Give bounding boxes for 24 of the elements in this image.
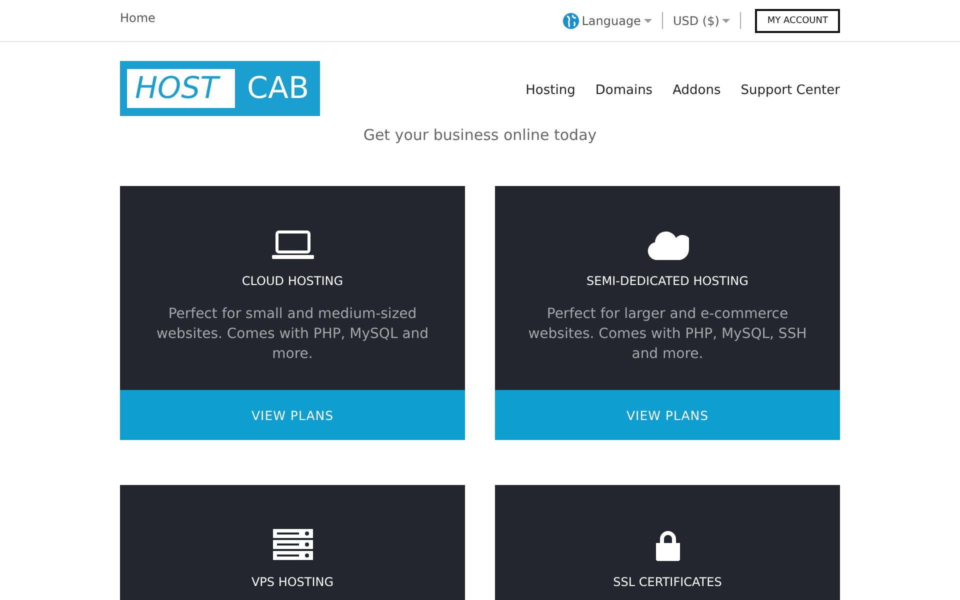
caret-icon (644, 18, 652, 22)
logo-text: HOST (127, 68, 235, 108)
card-title: VPS HOSTING (251, 575, 334, 589)
card-title: SEMI-DEDICATED HOSTING (586, 274, 748, 288)
caret-icon (722, 18, 730, 22)
cloud-icon (646, 230, 688, 260)
logo-text: CAB (247, 70, 310, 106)
card-description: Perfect for larger and e-commerce websites. Comes with PHP, MySQL, SSH and more. (527, 305, 808, 364)
nav-link[interactable]: Hosting (526, 82, 576, 98)
breadcrumb-link[interactable]: Home (120, 10, 156, 24)
globe-icon (562, 12, 579, 28)
nav-link[interactable]: Support Center (740, 82, 840, 98)
card-title: SSL CERTIFICATES (613, 575, 722, 589)
lock-icon (654, 529, 680, 561)
my-account-button[interactable]: MY ACCOUNT (755, 8, 840, 32)
card-title: CLOUD HOSTING (242, 274, 344, 288)
laptop-icon (272, 230, 314, 260)
nav-link[interactable]: Domains (595, 82, 653, 98)
card-description: Perfect for small and medium-sized websites. Comes with PHP, MySQL and more. (155, 305, 430, 364)
language-dropdown[interactable]: Language (552, 12, 662, 28)
currency-dropdown[interactable]: USD ($) (662, 14, 740, 28)
tagline: Get your business online today (362, 126, 598, 144)
server-icon (272, 529, 312, 561)
nav-link[interactable]: Addons (672, 82, 721, 98)
